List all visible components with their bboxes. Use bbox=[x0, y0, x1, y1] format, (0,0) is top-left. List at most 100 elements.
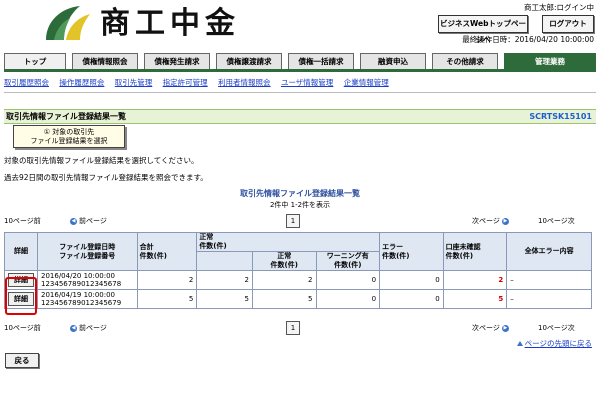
next-page-link[interactable]: 次ページ ▶ bbox=[472, 216, 511, 226]
normal-count: 2 bbox=[196, 270, 253, 290]
th-file-info: ファイル登録日時 ファイル登録番号 bbox=[37, 232, 138, 271]
error-count: 0 bbox=[379, 270, 444, 290]
prev-page-link[interactable]: ◀ 前ページ bbox=[68, 323, 107, 333]
subnav-transaction-history[interactable]: 取引履歴照会 bbox=[4, 78, 49, 87]
th-normal-sub-label: 正常 bbox=[277, 252, 292, 260]
subnav-user-info-management[interactable]: ユーザ情報管理 bbox=[281, 78, 333, 87]
next-page-label: 次ページ bbox=[472, 217, 500, 225]
tab-credit-transfer[interactable]: 債権譲渡請求 bbox=[216, 53, 282, 69]
error-count: 0 bbox=[379, 289, 444, 309]
error-detail: – bbox=[506, 289, 592, 309]
shokochukin-logo-icon bbox=[46, 6, 90, 40]
next-page-label: 次ページ bbox=[472, 324, 500, 332]
subnav-operation-history[interactable]: 操作履歴照会 bbox=[59, 78, 104, 87]
file-no: 123456789012345678 bbox=[41, 280, 122, 288]
step-instruction-box: ① 対象の取引先 ファイル登録結果を選択 bbox=[13, 125, 125, 148]
main-tabs: トップ 債権情報照会 債権発生請求 債権譲渡請求 債権一括請求 融資申込 その他… bbox=[4, 53, 596, 69]
user-status: 商工太郎:ログイン中 bbox=[523, 3, 594, 12]
tab-loan-application[interactable]: 融資申込 bbox=[360, 53, 426, 69]
th-total-unit: 件数(件) bbox=[139, 251, 168, 260]
instruction-message: 対象の取引先情報ファイル登録結果を選択してください。 bbox=[4, 156, 199, 165]
prev-10-pages[interactable]: 10ページ前 bbox=[4, 216, 41, 226]
logout-button[interactable]: ログアウト bbox=[542, 15, 594, 33]
th-normal: 正常 件数(件) bbox=[196, 232, 381, 252]
screen-id: SCRTSK15101 bbox=[529, 112, 592, 121]
subnav-user-info-inquiry[interactable]: 利用者情報照会 bbox=[218, 78, 271, 87]
unconfirmed-count: 2 bbox=[442, 270, 508, 290]
prev-page-label: 前ページ bbox=[79, 324, 107, 332]
back-to-top-link[interactable]: ページの先頭に戻る bbox=[516, 338, 592, 349]
page-title-bar: 取引先情報ファイル登録結果一覧 SCRTSK15101 bbox=[4, 109, 596, 124]
prev-arrow-icon: ◀ bbox=[70, 217, 77, 225]
normal-ok-count: 5 bbox=[251, 289, 317, 309]
pager-top: 10ページ前 ◀ 前ページ 1 次ページ ▶ 10ページ次 bbox=[4, 214, 596, 228]
th-unconfirmed-label: 口座未確認 bbox=[445, 242, 481, 251]
sub-navigation: 取引履歴照会 操作履歴照会 取引先管理 指定許可管理 利用者情報照会 ユーザ情報… bbox=[4, 77, 397, 88]
file-info-cell: 2016/04/20 10:00:00 123456789012345678 bbox=[37, 270, 138, 290]
result-count: 2件中 1-2件を表示 bbox=[269, 201, 331, 209]
next-arrow-icon: ▶ bbox=[501, 217, 509, 225]
th-total: 合計 件数(件) bbox=[136, 232, 198, 271]
page-number-button[interactable]: 1 bbox=[286, 321, 300, 335]
table-row: 詳細 2016/04/20 10:00:00 123456789012345678… bbox=[4, 270, 592, 290]
th-unconfirmed: 口座未確認 件数(件) bbox=[442, 232, 508, 271]
back-button[interactable]: 戻る bbox=[5, 353, 39, 368]
bizweb-top-button[interactable]: ビジネスWebトップページへ bbox=[438, 15, 528, 44]
tab-top[interactable]: トップ bbox=[4, 53, 66, 69]
table-row: 詳細 2016/04/19 10:00:00 123456789012345679… bbox=[4, 289, 592, 309]
next-10-pages[interactable]: 10ページ次 bbox=[538, 216, 575, 226]
normal-count: 5 bbox=[196, 289, 253, 309]
th-warning-label: ワーニング有 bbox=[326, 252, 369, 260]
th-normal-empty bbox=[196, 251, 253, 271]
back-to-top-label: ページの先頭に戻る bbox=[524, 339, 592, 348]
warning-count: 0 bbox=[315, 270, 381, 290]
prev-page-link[interactable]: ◀ 前ページ bbox=[68, 216, 107, 226]
unconfirmed-count: 5 bbox=[442, 289, 508, 309]
file-no: 123456789012345679 bbox=[41, 299, 122, 307]
step-line-2: ファイル登録結果を選択 bbox=[30, 137, 108, 145]
th-warning: ワーニング有 件数(件) bbox=[315, 251, 381, 271]
step-line-1: ① 対象の取引先 bbox=[43, 128, 95, 136]
th-file-no: ファイル登録番号 bbox=[59, 251, 116, 260]
subnav-permission-management[interactable]: 指定許可管理 bbox=[163, 78, 208, 87]
th-error: エラー 件数(件) bbox=[379, 232, 444, 271]
th-error-label: エラー bbox=[382, 242, 404, 251]
th-file-date: ファイル登録日時 bbox=[59, 242, 116, 251]
table-title: 取引先情報ファイル登録結果一覧 bbox=[240, 189, 360, 198]
page-number-button[interactable]: 1 bbox=[286, 214, 300, 228]
th-normal-label: 正常 bbox=[199, 233, 214, 241]
tab-credit-inquiry[interactable]: 債権情報照会 bbox=[72, 53, 138, 69]
tab-other-request[interactable]: その他請求 bbox=[432, 53, 498, 69]
next-arrow-icon: ▶ bbox=[501, 324, 509, 332]
tab-bulk-request[interactable]: 債権一括請求 bbox=[288, 53, 354, 69]
tab-credit-issue[interactable]: 債権発生請求 bbox=[144, 53, 210, 69]
logo-text: 商工中金 bbox=[100, 6, 240, 41]
period-message: 過去92日間の取引先情報ファイル登録結果を照会できます。 bbox=[4, 173, 208, 182]
next-10-pages[interactable]: 10ページ次 bbox=[538, 323, 575, 333]
th-unconfirmed-unit: 件数(件) bbox=[445, 251, 474, 260]
subnav-company-info-management[interactable]: 企業情報管理 bbox=[344, 78, 389, 87]
tab-underline bbox=[4, 69, 596, 72]
th-normal-sub: 正常 件数(件) bbox=[251, 251, 317, 271]
tab-management[interactable]: 管理業務 bbox=[504, 53, 596, 69]
last-operation-time: 最終操作日時：2016/04/20 10:00:00 bbox=[462, 35, 594, 44]
next-page-link[interactable]: 次ページ ▶ bbox=[472, 323, 511, 333]
results-table: 詳細 ファイル登録日時 ファイル登録番号 合計 件数(件) 正常 件数(件) エラー件… bbox=[4, 232, 592, 309]
th-total-label: 合計 bbox=[139, 242, 154, 251]
prev-page-label: 前ページ bbox=[79, 217, 107, 225]
th-warning-unit: 件数(件) bbox=[334, 261, 362, 269]
warning-count: 0 bbox=[315, 289, 381, 309]
subnav-divider bbox=[4, 92, 596, 93]
file-date: 2016/04/20 10:00:00 bbox=[41, 272, 116, 280]
prev-arrow-icon: ◀ bbox=[70, 324, 77, 332]
up-triangle-icon bbox=[516, 341, 523, 346]
prev-10-pages[interactable]: 10ページ前 bbox=[4, 323, 41, 333]
th-detail: 詳細 bbox=[4, 232, 38, 271]
subnav-partner-management[interactable]: 取引先管理 bbox=[115, 78, 153, 87]
file-info-cell: 2016/04/19 10:00:00 123456789012345679 bbox=[37, 289, 138, 309]
page-title: 取引先情報ファイル登録結果一覧 bbox=[6, 112, 126, 121]
total-count: 5 bbox=[136, 289, 198, 309]
file-date: 2016/04/19 10:00:00 bbox=[41, 291, 116, 299]
th-error-unit: 件数(件) bbox=[382, 251, 410, 260]
detail-highlight-box bbox=[5, 277, 37, 315]
